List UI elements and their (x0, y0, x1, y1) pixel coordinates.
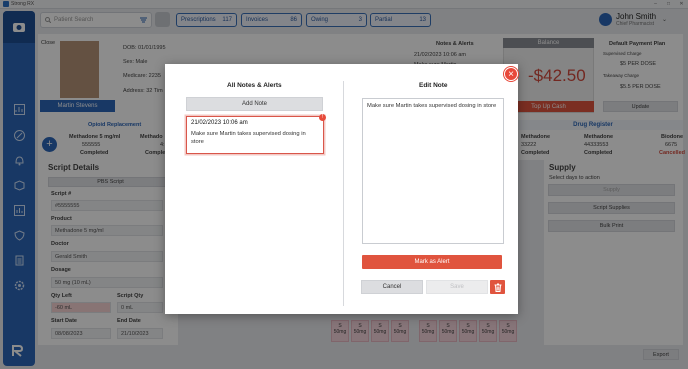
add-note-button[interactable]: Add Note (186, 97, 323, 111)
alert-badge-icon: ! (319, 114, 326, 121)
mark-as-alert-button[interactable]: Mark as Alert (362, 255, 502, 269)
cancel-button[interactable]: Cancel (361, 280, 423, 294)
close-icon[interactable]: × (504, 67, 518, 81)
save-button[interactable]: Save (426, 280, 488, 294)
trash-icon (494, 283, 501, 292)
note-card[interactable]: 21/02/2023 10:06 am Make sure Martin tak… (186, 114, 326, 154)
edit-note-title: Edit Note (419, 82, 448, 89)
note-text: Make sure Martin takes supervised dosing… (191, 131, 306, 145)
modal-divider (343, 81, 344, 306)
all-notes-title: All Notes & Alerts (227, 82, 282, 89)
delete-note-button[interactable] (490, 280, 505, 294)
notes-modal: All Notes & Alerts Add Note 21/02/2023 1… (165, 64, 518, 314)
edit-note-textarea[interactable]: Make sure Martin takes supervised dosing… (362, 98, 504, 244)
note-date: 21/02/2023 10:06 am (191, 120, 248, 126)
